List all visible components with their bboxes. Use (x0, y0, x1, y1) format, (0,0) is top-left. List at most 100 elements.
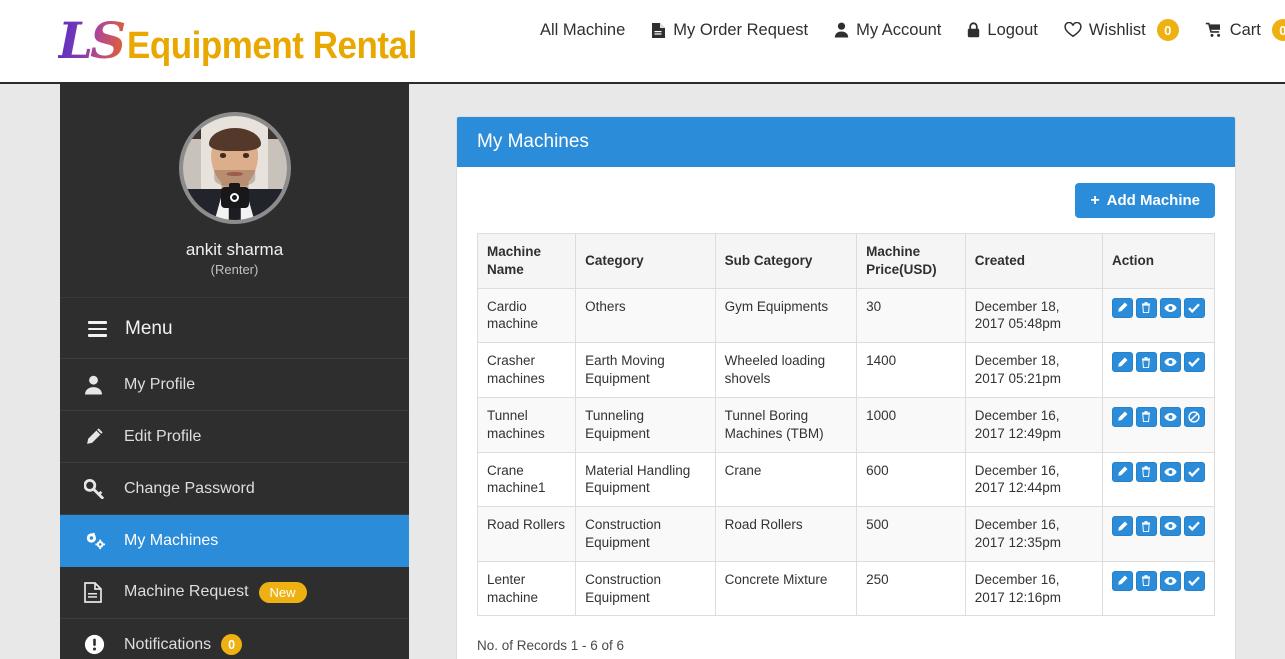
cell-created: December 18, 2017 05:48pm (964, 287, 1103, 344)
sidebar-label-change-password: Change Password (124, 480, 255, 498)
table-row: Crane machine1 Material Handling Equipme… (476, 451, 1216, 508)
logo-mark: LS (58, 16, 127, 66)
sidebar-item-edit-profile[interactable]: Edit Profile (60, 411, 409, 463)
view-button[interactable] (1159, 297, 1181, 318)
delete-button[interactable] (1135, 570, 1157, 591)
view-button[interactable] (1159, 570, 1181, 591)
column-header-category: Category (575, 233, 716, 289)
nav-item-wishlist[interactable]: Wishlist 0 (1064, 19, 1179, 41)
delete-button[interactable] (1135, 297, 1157, 318)
sidebar: ia ankit sharma (Renter) Menu My Profile… (60, 84, 409, 659)
column-header-sub-category: Sub Category (714, 233, 858, 289)
alert-icon (84, 634, 124, 655)
table-row: Cardio machine Others Gym Equipments 30 … (476, 287, 1216, 344)
notifications-count-badge: 0 (221, 634, 243, 655)
cell-machine-name: Crasher machines (476, 342, 577, 398)
cell-sub-category: Wheeled loading shovels (714, 342, 858, 398)
sidebar-item-change-password[interactable]: Change Password (60, 463, 409, 515)
table-row: Crasher machines Earth Moving Equipment … (476, 342, 1216, 398)
cell-machine-name: Lenter machine (476, 560, 577, 617)
edit-button[interactable] (1111, 406, 1133, 427)
sidebar-item-machine-request[interactable]: Machine Request New (60, 567, 409, 619)
panel-body: + Add Machine Machine Name Category Sub … (457, 167, 1235, 659)
view-button[interactable] (1159, 461, 1181, 482)
cell-category: Material Handling Equipment (575, 451, 716, 508)
hamburger-icon (88, 321, 107, 337)
edit-button[interactable] (1111, 461, 1133, 482)
approve-button[interactable] (1183, 516, 1205, 537)
table-body: Cardio machine Others Gym Equipments 30 … (476, 287, 1216, 617)
cell-category: Construction Equipment (575, 560, 716, 617)
panel-toolbar: + Add Machine (477, 183, 1215, 218)
sidebar-menu-label: Menu (125, 318, 173, 339)
nav-label-my-order-request: My Order Request (673, 20, 809, 39)
nav-item-my-order-request[interactable]: My Order Request (651, 22, 808, 39)
cell-sub-category: Tunnel Boring Machines (TBM) (714, 396, 858, 453)
sidebar-item-my-profile[interactable]: My Profile (60, 359, 409, 411)
nav-label-my-account: My Account (856, 20, 942, 39)
cell-action (1101, 287, 1216, 344)
delete-button[interactable] (1135, 352, 1157, 373)
heart-icon (1064, 22, 1082, 38)
cell-action (1101, 396, 1216, 453)
cell-price: 250 (856, 560, 966, 617)
table-row: Road Rollers Construction Equipment Road… (476, 506, 1216, 562)
sidebar-text-my-machines: My Machines (124, 531, 219, 549)
delete-button[interactable] (1135, 406, 1157, 427)
cell-sub-category: Gym Equipments (714, 287, 858, 344)
cell-machine-name: Road Rollers (476, 506, 577, 562)
edit-button[interactable] (1111, 516, 1133, 537)
profile-user-name: ankit sharma (185, 240, 284, 259)
sidebar-item-notifications[interactable]: Notifications 0 (60, 619, 409, 659)
machines-table: Machine Name Category Sub Category Machi… (476, 233, 1216, 617)
nav-item-my-account[interactable]: My Account (834, 22, 941, 39)
action-button-group (1111, 570, 1205, 591)
sidebar-text-change-password: Change Password (124, 479, 255, 497)
cell-machine-name: Cardio machine (476, 287, 577, 344)
user-icon (84, 375, 124, 395)
cell-created: December 16, 2017 12:49pm (964, 396, 1103, 453)
approve-button[interactable] (1183, 297, 1205, 318)
delete-button[interactable] (1135, 516, 1157, 537)
cell-category: Others (575, 287, 716, 344)
delete-button[interactable] (1135, 461, 1157, 482)
sidebar-item-my-machines[interactable]: My Machines (60, 515, 409, 567)
avatar[interactable]: ia (178, 112, 291, 224)
edit-button[interactable] (1111, 297, 1133, 318)
add-machine-button[interactable]: + Add Machine (1075, 183, 1215, 218)
approve-button[interactable] (1183, 461, 1205, 482)
main-navigation: All Machine My Order Request My Account … (540, 19, 1285, 41)
sidebar-label-notifications: Notifications 0 (124, 634, 243, 655)
nav-label-wishlist: Wishlist (1088, 20, 1146, 39)
cell-action (1101, 506, 1216, 562)
disable-button[interactable] (1183, 406, 1205, 427)
nav-item-logout[interactable]: Logout (967, 22, 1038, 39)
edit-button[interactable] (1111, 352, 1133, 373)
brand-logo[interactable]: LS Equipment Rental (58, 16, 442, 66)
cell-category: Tunneling Equipment (575, 396, 716, 453)
approve-button[interactable] (1183, 570, 1205, 591)
nav-item-cart[interactable]: Cart 0 (1205, 19, 1285, 41)
view-button[interactable] (1159, 516, 1181, 537)
action-button-group (1111, 461, 1205, 482)
table-row: Lenter machine Construction Equipment Co… (476, 560, 1216, 617)
file-icon (84, 582, 124, 603)
sidebar-text-notifications: Notifications (124, 635, 212, 653)
pencil-icon (84, 427, 124, 447)
page-layout: ia ankit sharma (Renter) Menu My Profile… (0, 84, 1285, 659)
cell-category: Earth Moving Equipment (575, 342, 716, 398)
table-header-row: Machine Name Category Sub Category Machi… (476, 233, 1216, 289)
edit-button[interactable] (1111, 570, 1133, 591)
view-button[interactable] (1159, 352, 1181, 373)
approve-button[interactable] (1183, 352, 1205, 373)
sidebar-text-edit-profile: Edit Profile (124, 427, 202, 445)
nav-item-all-machine[interactable]: All Machine (540, 22, 625, 39)
sidebar-menu-toggle[interactable]: Menu (60, 298, 409, 359)
camera-icon[interactable] (220, 183, 249, 208)
column-header-machine-name: Machine Name (476, 233, 577, 289)
sidebar-label-my-profile: My Profile (124, 376, 195, 394)
cell-category: Construction Equipment (575, 506, 716, 562)
cell-price: 30 (856, 287, 966, 344)
action-button-group (1111, 352, 1205, 373)
view-button[interactable] (1159, 406, 1181, 427)
